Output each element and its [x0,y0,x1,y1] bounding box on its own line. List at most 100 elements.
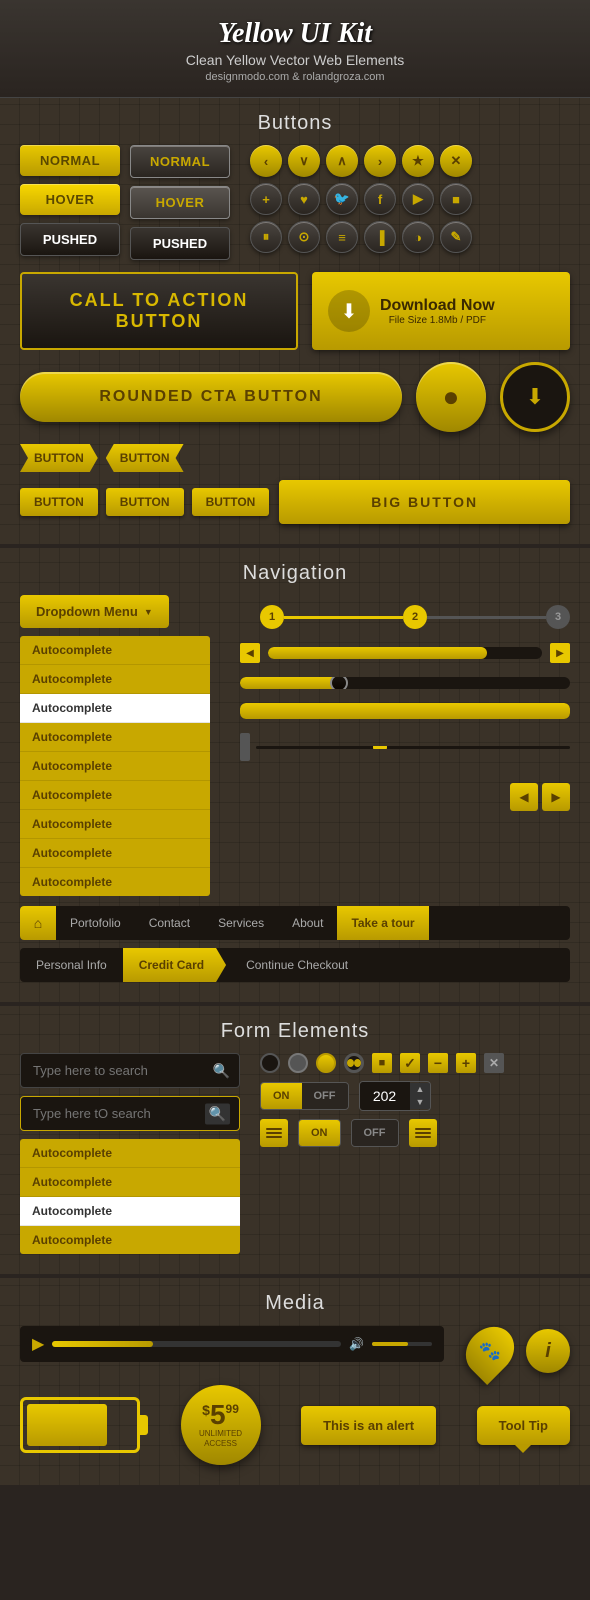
location-pin-icon[interactable]: 🐾 [456,1317,524,1385]
volume-track[interactable] [372,1342,432,1346]
menu-icon[interactable]: ≡ [326,221,358,253]
form-autocomplete-item[interactable]: Autocomplete [20,1168,240,1197]
breadcrumb-item-2[interactable]: Credit Card [123,948,226,982]
hover-button-dark[interactable]: Hover [130,186,230,219]
autocomplete-item-active[interactable]: Autocomplete [20,694,210,723]
nav-home-icon[interactable]: ⌂ [20,906,56,940]
slider-thumb-mini[interactable] [373,746,387,749]
media-play-button[interactable]: ▶ [32,1334,44,1354]
step-2[interactable]: 2 [403,605,427,629]
alert-button[interactable]: This is an alert [301,1406,436,1445]
big-button[interactable]: BIG BUTTON [279,480,570,524]
star-icon[interactable]: ★ [402,145,434,177]
arrow-button-right-1[interactable]: Button [106,444,184,472]
autocomplete-item[interactable]: Autocomplete [20,723,210,752]
slider-right-arrow[interactable]: ▶ [550,643,570,663]
edit-icon[interactable]: ✎ [440,221,472,253]
normal-button-yellow[interactable]: Normal [20,145,120,176]
nav-item-tour[interactable]: Take a tour [337,906,428,940]
autocomplete-item[interactable]: Autocomplete [20,839,210,868]
autocomplete-item[interactable]: Autocomplete [20,665,210,694]
contrast-icon[interactable]: ◑ [402,221,434,253]
heart-icon[interactable]: ♥ [288,183,320,215]
slider-track-mini[interactable] [256,746,570,749]
breadcrumb-item-1[interactable]: Personal Info [20,948,123,982]
normal-button-dark[interactable]: Normal [130,145,230,178]
toggle-off[interactable]: OFF [302,1083,348,1109]
checkbox-tick[interactable]: ✓ [400,1053,420,1073]
pushed-button-dark[interactable]: Pushed [130,227,230,260]
radio-half[interactable] [316,1053,336,1073]
download-dial-button[interactable]: ⬇ [500,362,570,432]
battery-fill [27,1404,107,1446]
slider-left-arrow[interactable]: ◀ [240,643,260,663]
target-icon[interactable]: ⊙ [288,221,320,253]
tooltip-button[interactable]: Tool Tip [477,1406,570,1445]
radio-off[interactable] [260,1053,280,1073]
autocomplete-item[interactable]: Autocomplete [20,810,210,839]
autocomplete-item[interactable]: Autocomplete [20,636,210,665]
sm-button-1[interactable]: Button [20,488,98,516]
cta-button[interactable]: CALL TO ACTION BUTTON [20,272,298,350]
rounded-cta-button[interactable]: ROUNDED CTA BUTTON [20,372,402,422]
twitter-icon[interactable]: 🐦 [326,183,358,215]
toggle-2-on[interactable]: ON [299,1120,340,1146]
checkbox-minus[interactable]: − [428,1053,448,1073]
nav-item-about[interactable]: About [278,906,337,940]
stop-icon[interactable]: ■ [440,183,472,215]
close-icon[interactable]: ✕ [440,145,472,177]
dropdown-menu[interactable]: Dropdown Menu [20,595,169,628]
toggle-3-off[interactable]: OFF [352,1120,398,1146]
sm-button-3[interactable]: Button [192,488,270,516]
media-progress-track[interactable] [52,1341,341,1347]
step-3[interactable]: 3 [546,605,570,629]
handle-bars-right[interactable] [409,1119,437,1147]
nav-item-services[interactable]: Services [204,906,278,940]
toggle-on[interactable]: ON [261,1083,302,1109]
chevron-left-icon[interactable]: ‹ [250,145,282,177]
form-autocomplete-item-active[interactable]: Autocomplete [20,1197,240,1226]
price-badge[interactable]: $ 5 99 UNLIMITEDACCESS [181,1385,261,1465]
number-down[interactable]: ▼ [410,1096,431,1109]
slider-thumb-2[interactable] [330,677,348,689]
chevron-right-icon[interactable]: › [364,145,396,177]
checkbox-checked[interactable]: ■ [372,1053,392,1073]
radio-checked[interactable] [344,1053,364,1073]
big-round-button[interactable]: ● [416,362,486,432]
handle-bars-left[interactable] [260,1119,288,1147]
facebook-icon[interactable]: f [364,183,396,215]
autocomplete-item[interactable]: Autocomplete [20,752,210,781]
search-input-1[interactable] [20,1053,240,1088]
autocomplete-item[interactable]: Autocomplete [20,868,210,896]
checkbox-cross[interactable]: ✕ [484,1053,504,1073]
arrow-button-left-1[interactable]: Button [20,444,98,472]
chart-icon[interactable]: ▐ [364,221,396,253]
hover-button-yellow[interactable]: Hover [20,184,120,215]
play-icon[interactable]: ▶ [402,183,434,215]
download-button[interactable]: ⬇ Download Now File Size 1.8Mb / PDF [312,272,570,350]
pause-icon[interactable]: ⏸ [250,221,282,253]
nav-item-portfolio[interactable]: Portofolio [56,906,135,940]
info-icon[interactable]: i [526,1329,570,1373]
slider-track-1[interactable] [268,647,542,659]
form-autocomplete-item[interactable]: Autocomplete [20,1226,240,1254]
plus-icon[interactable]: + [250,183,282,215]
step-1[interactable]: 1 [260,605,284,629]
form-autocomplete-item[interactable]: Autocomplete [20,1139,240,1168]
volume-icon[interactable]: 🔊 [349,1337,364,1351]
slider-handle-left[interactable] [240,733,250,761]
breadcrumb-item-3[interactable]: Continue Checkout [226,948,364,982]
autocomplete-item[interactable]: Autocomplete [20,781,210,810]
slider-track-3[interactable] [240,703,570,719]
radio-mid[interactable] [288,1053,308,1073]
number-up[interactable]: ▲ [410,1083,431,1096]
next-page-button[interactable]: ▶ [542,783,570,811]
chevron-down-icon[interactable]: ∨ [288,145,320,177]
slider-track-2[interactable] [240,677,570,689]
pushed-button-yellow[interactable]: Pushed [20,223,120,256]
checkbox-plus[interactable]: + [456,1053,476,1073]
chevron-up-icon[interactable]: ∧ [326,145,358,177]
nav-item-contact[interactable]: Contact [135,906,204,940]
prev-page-button[interactable]: ◀ [510,783,538,811]
sm-button-2[interactable]: Button [106,488,184,516]
